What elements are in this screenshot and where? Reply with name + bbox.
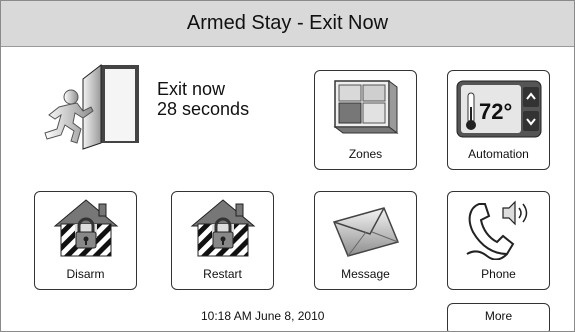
more-button[interactable]: More [447, 303, 550, 331]
phone-label: Phone [481, 267, 516, 281]
thermostat-icon: 72° [456, 80, 541, 138]
exit-message: Exit now [157, 79, 226, 99]
phone-button[interactable]: Phone [447, 191, 550, 290]
status-title-bar: Armed Stay - Exit Now [1, 1, 574, 47]
status-title: Armed Stay - Exit Now [186, 12, 389, 34]
exit-seconds: 28 seconds [157, 99, 250, 119]
disarm-button[interactable]: Disarm [34, 191, 137, 290]
house-lock-icon [190, 199, 255, 257]
automation-label: Automation [468, 147, 529, 161]
date-time: 10:18 AM June 8, 2010 [201, 309, 325, 323]
house-lock-icon [53, 199, 118, 257]
restart-label: Restart [203, 267, 242, 281]
zones-button[interactable]: Zones [314, 70, 417, 170]
phone-icon [465, 200, 527, 260]
restart-button[interactable]: Restart [171, 191, 274, 290]
envelope-icon [332, 207, 399, 257]
zones-label: Zones [348, 147, 383, 161]
message-button[interactable]: Message [314, 191, 417, 290]
message-label: Message [341, 267, 390, 281]
automation-button[interactable]: 72° Automation [447, 70, 550, 170]
automation-temperature: 72° [479, 99, 512, 124]
zones-icon [333, 80, 398, 134]
touchscreen: Armed Stay - Exit Now Exit now 28 second… [0, 0, 575, 332]
disarm-label: Disarm [66, 267, 105, 281]
exit-countdown: Exit now 28 seconds [157, 79, 249, 119]
